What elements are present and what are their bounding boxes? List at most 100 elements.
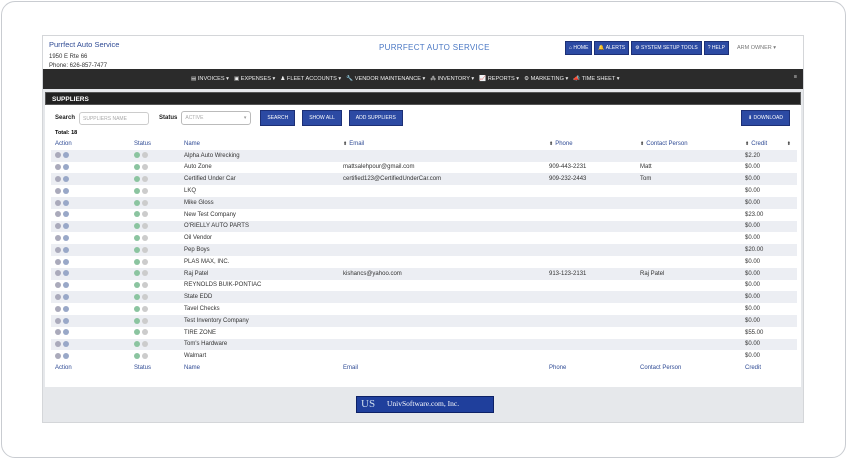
edit-icon[interactable] xyxy=(55,211,61,218)
active-check-icon[interactable] xyxy=(134,305,140,312)
inactive-icon[interactable] xyxy=(142,352,148,359)
inactive-icon[interactable] xyxy=(142,282,148,289)
inactive-icon[interactable] xyxy=(142,258,148,265)
view-icon[interactable] xyxy=(63,246,69,253)
col-credit[interactable]: ⬍ Credit ⬍ xyxy=(741,138,797,150)
inactive-icon[interactable] xyxy=(142,176,148,182)
help-button[interactable]: ? HELP xyxy=(703,41,729,55)
edit-icon[interactable] xyxy=(55,270,61,277)
inactive-icon[interactable] xyxy=(142,305,148,312)
active-check-icon[interactable] xyxy=(134,211,140,218)
active-check-icon[interactable] xyxy=(134,199,140,206)
nav-marketing[interactable]: ⚙ MARKETING ▾ xyxy=(524,76,568,82)
inactive-icon[interactable] xyxy=(142,246,148,253)
inactive-icon[interactable] xyxy=(142,187,148,194)
hamburger-menu-icon[interactable]: ≡ xyxy=(794,74,797,80)
edit-icon[interactable] xyxy=(55,317,61,324)
show-all-button[interactable]: SHOW ALL xyxy=(302,110,342,126)
edit-icon[interactable] xyxy=(55,199,61,206)
home-button[interactable]: ⌂ HOME xyxy=(565,41,593,55)
view-icon[interactable] xyxy=(63,282,69,289)
nav-expenses[interactable]: ▣ EXPENSES ▾ xyxy=(234,76,275,82)
edit-icon[interactable] xyxy=(55,282,61,289)
active-check-icon[interactable] xyxy=(134,234,140,241)
nav-reports[interactable]: 📈 REPORTS ▾ xyxy=(479,76,519,82)
active-check-icon[interactable] xyxy=(134,341,140,348)
view-icon[interactable] xyxy=(63,152,69,159)
view-icon[interactable] xyxy=(63,305,69,312)
nav-time-sheet[interactable]: 📣 TIME SHEET ▾ xyxy=(573,76,619,82)
inactive-icon[interactable] xyxy=(142,329,148,336)
view-icon[interactable] xyxy=(63,187,69,194)
nav-vendor-maintenance[interactable]: 🔧 VENDOR MAINTENANCE ▾ xyxy=(346,76,425,82)
system-setup-button[interactable]: ⚙ SYSTEM SETUP TOOLS xyxy=(631,41,702,55)
edit-icon[interactable] xyxy=(55,234,61,241)
download-button[interactable]: ⬇ DOWNLOAD xyxy=(740,110,790,126)
view-icon[interactable] xyxy=(63,164,69,171)
col-name[interactable]: Name xyxy=(180,138,339,150)
view-icon[interactable] xyxy=(63,211,69,218)
active-check-icon[interactable] xyxy=(134,187,140,194)
add-suppliers-button[interactable]: ADD SUPPLIERS xyxy=(348,110,403,126)
active-check-icon[interactable] xyxy=(134,176,140,182)
active-check-icon[interactable] xyxy=(134,282,140,289)
edit-icon[interactable] xyxy=(55,305,61,312)
active-check-icon[interactable] xyxy=(134,258,140,265)
view-icon[interactable] xyxy=(63,270,69,277)
active-check-icon[interactable] xyxy=(134,152,140,159)
edit-icon[interactable] xyxy=(55,293,61,300)
edit-icon[interactable] xyxy=(55,329,61,336)
active-check-icon[interactable] xyxy=(134,329,140,336)
inactive-icon[interactable] xyxy=(142,341,148,348)
view-icon[interactable] xyxy=(63,341,69,348)
inactive-icon[interactable] xyxy=(142,234,148,241)
univsoftware-logo[interactable]: US UnivSoftware.com, Inc. xyxy=(356,396,494,413)
active-check-icon[interactable] xyxy=(134,317,140,324)
active-check-icon[interactable] xyxy=(134,223,140,230)
search-button[interactable]: SEARCH xyxy=(260,110,296,126)
view-icon[interactable] xyxy=(63,317,69,324)
view-icon[interactable] xyxy=(63,329,69,336)
status-select[interactable]: ACTIVE xyxy=(181,111,252,125)
view-icon[interactable] xyxy=(63,352,69,359)
edit-icon[interactable] xyxy=(55,176,61,182)
edit-icon[interactable] xyxy=(55,246,61,253)
inactive-icon[interactable] xyxy=(142,317,148,324)
edit-icon[interactable] xyxy=(55,164,61,171)
inactive-icon[interactable] xyxy=(142,211,148,218)
foot-action: Action xyxy=(55,365,72,372)
inactive-icon[interactable] xyxy=(142,152,148,159)
edit-icon[interactable] xyxy=(55,187,61,194)
view-icon[interactable] xyxy=(63,176,69,182)
view-icon[interactable] xyxy=(63,258,69,265)
active-check-icon[interactable] xyxy=(134,246,140,253)
nav-invoices[interactable]: ▤ INVOICES ▾ xyxy=(191,76,229,82)
col-email[interactable]: ⬍ Email xyxy=(339,138,545,150)
inactive-icon[interactable] xyxy=(142,164,148,171)
active-check-icon[interactable] xyxy=(134,293,140,300)
active-check-icon[interactable] xyxy=(134,352,140,359)
inactive-icon[interactable] xyxy=(142,223,148,230)
view-icon[interactable] xyxy=(63,293,69,300)
edit-icon[interactable] xyxy=(55,152,61,159)
alerts-button[interactable]: 🔔 ALERTS xyxy=(594,41,630,55)
col-phone[interactable]: ⬍ Phone xyxy=(545,138,636,150)
inactive-icon[interactable] xyxy=(142,199,148,206)
view-icon[interactable] xyxy=(63,223,69,230)
edit-icon[interactable] xyxy=(55,223,61,230)
edit-icon[interactable] xyxy=(55,258,61,265)
view-icon[interactable] xyxy=(63,234,69,241)
status-cell xyxy=(130,173,180,186)
nav-inventory[interactable]: ⁂ INVENTORY ▾ xyxy=(430,76,474,82)
inactive-icon[interactable] xyxy=(142,270,148,277)
view-icon[interactable] xyxy=(63,199,69,206)
edit-icon[interactable] xyxy=(55,341,61,348)
col-contact[interactable]: ⬍ Contact Person xyxy=(636,138,741,150)
nav-fleet-accounts[interactable]: ♟ FLEET ACCOUNTS ▾ xyxy=(280,76,341,82)
inactive-icon[interactable] xyxy=(142,293,148,300)
edit-icon[interactable] xyxy=(55,352,61,359)
active-check-icon[interactable] xyxy=(134,270,140,277)
active-check-icon[interactable] xyxy=(134,164,140,171)
user-menu[interactable]: ARM OWNER ▾ xyxy=(737,45,776,51)
search-input[interactable]: SUPPLIERS NAME xyxy=(79,111,150,125)
